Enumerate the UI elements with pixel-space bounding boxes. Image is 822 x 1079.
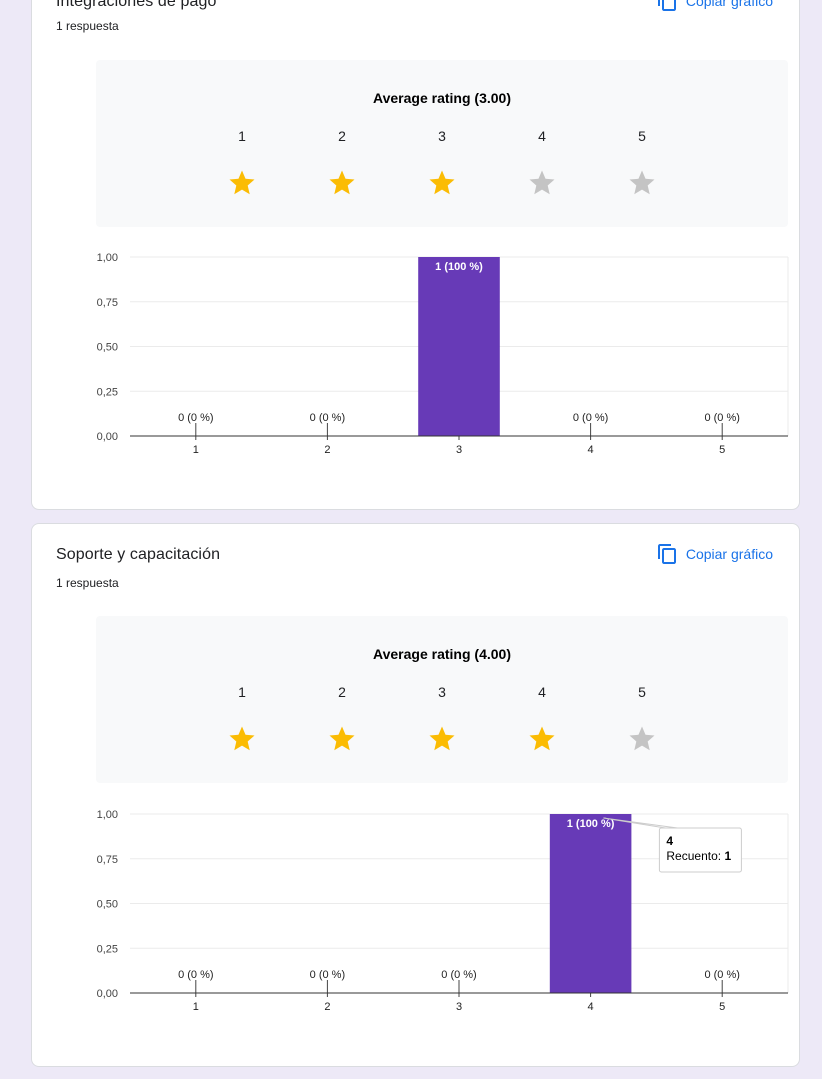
average-rating-title: Average rating (4.00) (373, 646, 511, 662)
copy-chart-button[interactable]: Copiar gráfico (657, 544, 773, 564)
x-tick-label: 4 (588, 444, 594, 456)
tooltip-count: Recuento: 1 (666, 849, 731, 863)
star-icon (629, 726, 655, 751)
star-icon (329, 726, 355, 751)
x-tick-label: 3 (456, 1001, 462, 1013)
rating-star-4: 4 (522, 684, 562, 754)
bar-data-label: 1 (100 %) (435, 261, 483, 273)
star-icon (529, 170, 555, 195)
x-tick-label: 1 (193, 1001, 199, 1013)
star-number: 5 (638, 684, 646, 700)
rating-star-2: 2 (322, 128, 362, 198)
y-tick-label: 0,25 (97, 386, 118, 398)
y-tick-label: 1,00 (97, 252, 118, 264)
x-tick-label: 5 (719, 1001, 725, 1013)
average-rating-panel: Average rating (4.00) 1 2 3 4 5 (96, 616, 788, 783)
bar-chart: 0,00 0,25 0,50 0,75 1,00 0 (0 %) 1 0 (0 %) 2 1 (1… (97, 252, 789, 456)
bar (418, 257, 500, 436)
y-tick-label: 0,25 (97, 943, 118, 955)
x-tick-label: 3 (456, 444, 462, 456)
bar-chart: 0,00 0,25 0,50 0,75 1,00 0 (0 %) 1 0 (0 %) 2 0 (0… (97, 809, 789, 1013)
bar-data-label: 0 (0 %) (310, 969, 345, 981)
y-tick-label: 0,50 (97, 899, 118, 911)
star-number: 3 (438, 684, 446, 700)
copy-icon (657, 0, 676, 11)
bar (549, 814, 632, 993)
star-icon (329, 170, 355, 195)
y-tick-label: 0,00 (97, 431, 118, 443)
y-tick-label: 0,50 (97, 342, 118, 354)
response-count: 1 respuesta (56, 576, 119, 590)
y-tick-label: 0,75 (97, 854, 118, 866)
star-number: 2 (338, 684, 346, 700)
star-number: 5 (638, 128, 646, 144)
question-title: Integraciones de pago (56, 0, 217, 10)
rating-star-2: 2 (322, 684, 362, 754)
average-rating-panel: Average rating (3.00) 1 2 3 4 5 (96, 60, 788, 227)
copy-chart-label: Copiar gráfico (685, 546, 773, 562)
x-tick-label: 2 (324, 1001, 330, 1013)
copy-chart-label: Copiar gráfico (685, 0, 773, 9)
bar-data-label: 0 (0 %) (704, 412, 739, 424)
star-icon (229, 170, 255, 195)
rating-star-3: 3 (422, 684, 462, 754)
star-number: 3 (438, 128, 446, 144)
bar-data-label: 0 (0 %) (178, 969, 213, 981)
bar-data-label: 0 (0 %) (704, 969, 739, 981)
question-card: Soporte y capacitación 1 respuesta Copia… (31, 523, 800, 1067)
copy-chart-button[interactable]: Copiar gráfico (657, 0, 773, 11)
y-tick-label: 1,00 (97, 809, 118, 821)
star-number: 4 (538, 684, 546, 700)
x-tick-label: 5 (719, 444, 725, 456)
bar-data-label: 0 (0 %) (310, 412, 345, 424)
star-number: 1 (238, 684, 246, 700)
x-tick-label: 2 (324, 444, 330, 456)
y-tick-label: 0,75 (97, 297, 118, 309)
star-number: 2 (338, 128, 346, 144)
bar-data-label: 0 (0 %) (573, 412, 608, 424)
star-number: 1 (238, 128, 246, 144)
bar-data-label: 1 (100 %) (567, 818, 615, 830)
star-icon (429, 726, 455, 751)
bar-data-label: 0 (0 %) (178, 412, 213, 424)
rating-star-1: 1 (222, 684, 262, 754)
rating-star-4: 4 (522, 128, 562, 198)
star-icon (429, 170, 455, 195)
x-tick-label: 1 (193, 444, 199, 456)
star-icon (529, 726, 555, 751)
bar-data-label: 0 (0 %) (441, 969, 476, 981)
rating-star-5: 5 (622, 128, 662, 198)
y-tick-label: 0,00 (97, 988, 118, 1000)
tooltip-category: 4 (666, 834, 673, 848)
copy-icon (657, 544, 676, 564)
tooltip-count-label: Recuento: (666, 849, 724, 863)
rating-star-3: 3 (422, 128, 462, 198)
tooltip-count-value: 1 (724, 849, 731, 863)
rating-star-1: 1 (222, 128, 262, 198)
response-count: 1 respuesta (56, 19, 119, 33)
x-tick-label: 4 (588, 1001, 594, 1013)
question-title: Soporte y capacitación (56, 546, 221, 563)
rating-star-5: 5 (622, 684, 662, 754)
star-number: 4 (538, 128, 546, 144)
star-icon (629, 170, 655, 195)
question-card: Integraciones de pago 1 respuesta Copiar… (31, 0, 800, 510)
average-rating-title: Average rating (3.00) (373, 90, 511, 106)
star-icon (229, 726, 255, 751)
